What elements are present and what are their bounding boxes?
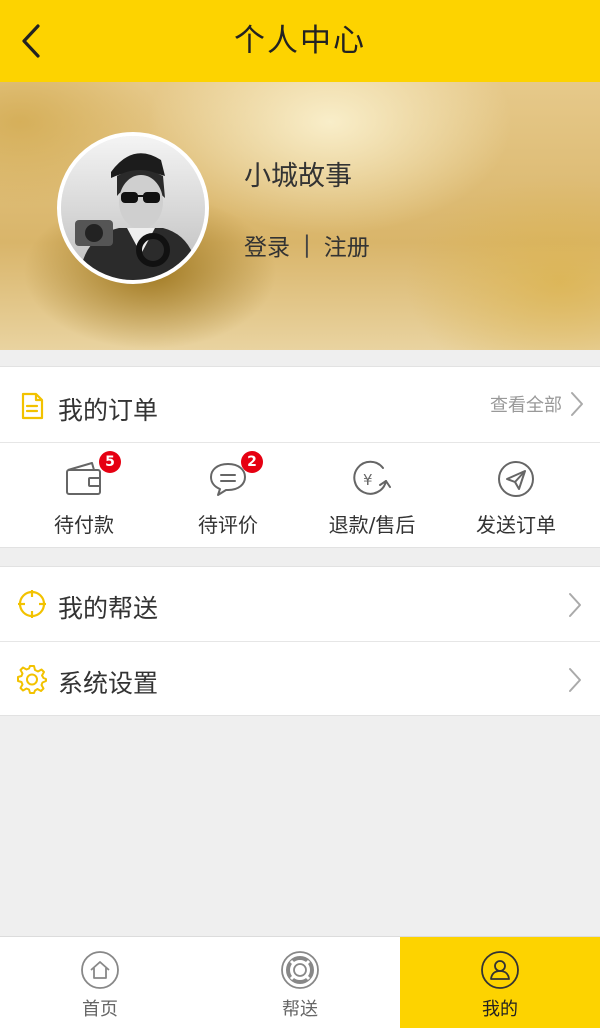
tab-home[interactable]: 首页 bbox=[0, 937, 200, 1028]
orders-header: 我的订单 查看全部 bbox=[0, 367, 600, 443]
lifebuoy-icon bbox=[281, 951, 319, 989]
gear-icon bbox=[17, 665, 47, 694]
username: 小城故事 bbox=[244, 161, 352, 192]
menu-item-settings[interactable]: 系统设置 bbox=[0, 642, 600, 717]
unread-badge: 5 bbox=[99, 451, 121, 473]
menu-item-label: 我的帮送 bbox=[58, 594, 159, 623]
profile-banner: 小城故事 登录 | 注册 bbox=[0, 82, 600, 350]
home-icon bbox=[81, 951, 119, 989]
avatar[interactable] bbox=[57, 132, 209, 284]
order-refund[interactable]: ¥ 退款/售后 bbox=[297, 457, 447, 537]
unread-badge: 2 bbox=[241, 451, 263, 473]
document-icon bbox=[21, 392, 44, 420]
tab-mine[interactable]: 我的 bbox=[400, 937, 600, 1028]
menu-item-label: 系统设置 bbox=[58, 669, 159, 698]
chevron-right-icon bbox=[569, 593, 581, 617]
menu-card: 我的帮送 系统设置 bbox=[0, 566, 600, 716]
user-icon bbox=[481, 951, 519, 989]
auth-separator: | bbox=[303, 232, 311, 258]
login-link[interactable]: 登录 bbox=[244, 228, 290, 262]
chevron-right-icon bbox=[571, 392, 583, 416]
orders-card: 我的订单 查看全部 5 待付款 2 待评价 ¥ 退款/售后 发送订单 bbox=[0, 366, 600, 548]
order-item-label: 待付款 bbox=[54, 513, 114, 537]
orders-title: 我的订单 bbox=[58, 396, 159, 425]
view-all-orders-link[interactable]: 查看全部 bbox=[490, 391, 584, 417]
target-icon bbox=[18, 590, 46, 618]
refund-icon: ¥ bbox=[353, 460, 391, 495]
bottom-tab-bar: 首页 帮送 我的 bbox=[0, 936, 600, 1028]
top-bar: 个人中心 bbox=[0, 0, 600, 82]
page-title: 个人中心 bbox=[234, 23, 366, 59]
svg-text:¥: ¥ bbox=[363, 471, 373, 489]
order-pending-review[interactable]: 2 待评价 bbox=[153, 451, 303, 537]
send-icon bbox=[498, 461, 534, 497]
menu-item-my-delivery[interactable]: 我的帮送 bbox=[0, 567, 600, 642]
tab-label: 帮送 bbox=[282, 999, 318, 1020]
chevron-right-icon bbox=[569, 668, 581, 692]
register-link[interactable]: 注册 bbox=[324, 228, 370, 262]
auth-links: 登录 | 注册 bbox=[244, 228, 370, 262]
order-send[interactable]: 发送订单 bbox=[441, 457, 591, 537]
order-item-label: 退款/售后 bbox=[328, 513, 416, 537]
order-pending-payment[interactable]: 5 待付款 bbox=[9, 451, 159, 537]
avatar-photo bbox=[61, 136, 205, 280]
tab-delivery[interactable]: 帮送 bbox=[200, 937, 400, 1028]
tab-label: 我的 bbox=[482, 999, 518, 1020]
view-all-label: 查看全部 bbox=[490, 395, 562, 416]
order-item-label: 发送订单 bbox=[476, 513, 556, 537]
order-item-label: 待评价 bbox=[198, 513, 258, 537]
tab-label: 首页 bbox=[82, 999, 118, 1020]
